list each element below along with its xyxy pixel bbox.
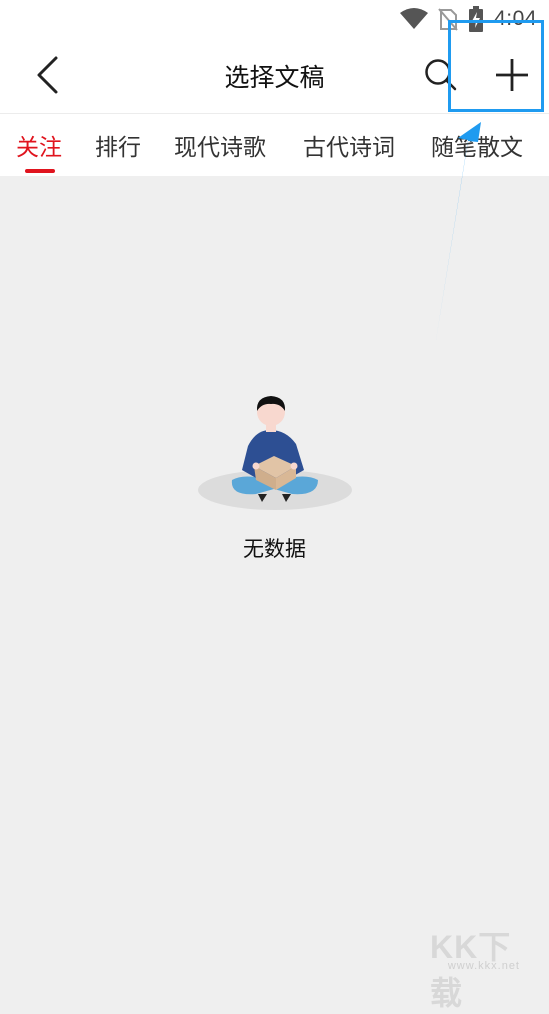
person-with-box-illustration (198, 396, 352, 510)
empty-state-message: 无数据 (243, 537, 306, 561)
active-tab-indicator (25, 169, 55, 173)
tab-essays[interactable]: 随笔散文 (431, 128, 523, 162)
tab-modern-poetry[interactable]: 现代诗歌 (174, 128, 266, 162)
back-arrow-icon (37, 56, 58, 94)
back-button[interactable] (22, 50, 72, 100)
tab-ranking[interactable]: 排行 (95, 128, 141, 162)
watermark-url: www.kkx.net (447, 960, 520, 972)
content-area (0, 176, 549, 976)
wifi-icon (400, 8, 429, 29)
annotation-highlight-box (448, 20, 544, 112)
tab-follow[interactable]: 关注 (16, 128, 62, 162)
category-tabs: 关注 排行 现代诗歌 古代诗词 随笔散文 (0, 113, 549, 177)
tab-ancient-poetry[interactable]: 古代诗词 (303, 128, 395, 162)
watermark: KK下载 www.kkx.net (430, 922, 548, 1011)
